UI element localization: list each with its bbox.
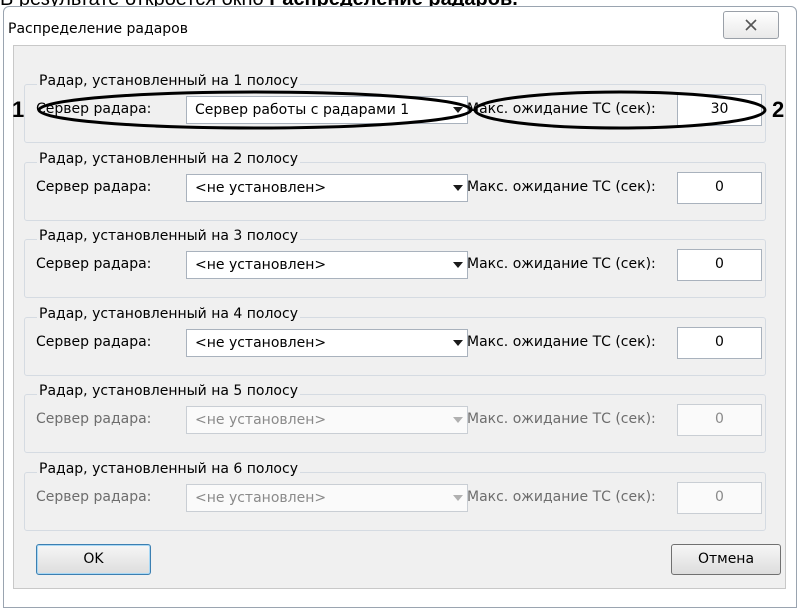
annotation-ellipse-1 [37,90,473,130]
annotation-ellipse-2 [473,90,767,130]
annotation-overlay [37,90,767,130]
callout-marker-2: 2 [772,97,785,122]
radar-distribution-dialog: Распределение радаров Радар, установленн… [0,0,797,608]
callout-marker-1: 1 [12,97,25,122]
